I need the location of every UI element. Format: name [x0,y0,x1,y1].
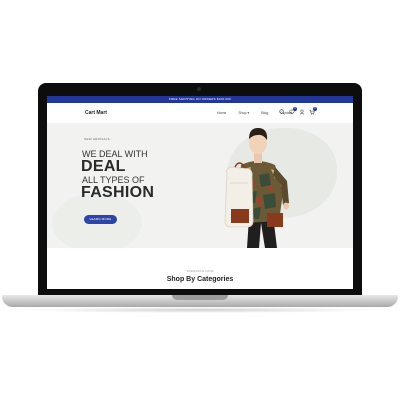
hero-heading-line4: FASHION [81,184,155,201]
learn-more-button[interactable]: LEARN MORE [84,215,117,224]
search-icon[interactable] [279,109,285,115]
nav-home[interactable]: Home [217,111,226,115]
laptop-screen: FREE SHIPPING ON ORDERS $100.000 Cart Ma… [47,96,353,289]
header-icons: 0 0 [279,107,317,115]
camera-icon [197,87,201,91]
promo-bar: FREE SHIPPING ON ORDERS $100.000 [47,96,353,103]
nav-blog[interactable]: Blog [261,111,268,115]
laptop-shadow [20,307,380,313]
nav-shop[interactable]: Shop ▾ [238,111,249,115]
hero-model-image [224,128,289,248]
heart-icon[interactable]: 0 [289,107,297,115]
laptop-hinge-notch [172,295,228,300]
user-icon[interactable] [299,109,305,115]
cart-badge: 0 [313,107,317,111]
site-logo[interactable]: Cart Mart [85,110,107,116]
section-subtitle: TRENDING NOW [186,269,214,273]
cart-icon[interactable]: 0 [309,107,317,115]
site-header: Cart Mart Home Shop ▾ Blog Contact 0 0 [47,103,353,123]
hero-heading-line2: DEAL [81,158,126,175]
hero-banner: NEW ARRIVALS WE DEAL WITH DEAL ALL TYPES… [47,123,353,248]
nav-shop-label: Shop [238,111,247,115]
chevron-down-icon: ▾ [247,111,250,115]
hero-tagline: NEW ARRIVALS [84,137,110,141]
wishlist-badge: 0 [293,107,297,111]
section-title: Shop By Categories [166,276,234,283]
